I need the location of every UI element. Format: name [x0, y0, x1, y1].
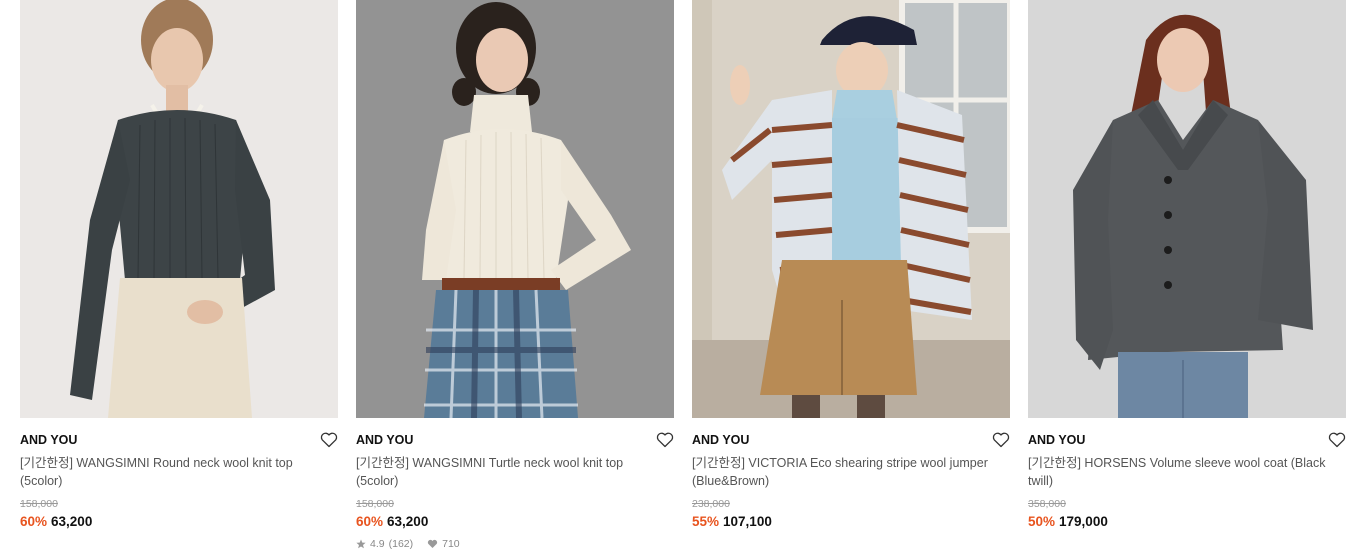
sale-price: 63,200	[51, 514, 93, 529]
sale-price: 63,200	[387, 514, 429, 529]
discount-rate: 50%	[1028, 514, 1056, 529]
brand-name[interactable]: AND YOU	[1028, 433, 1085, 447]
heart-filled-icon	[427, 539, 438, 549]
star-icon	[356, 539, 366, 549]
product-card[interactable]: AND YOU [기간한정] VICTORIA Eco shearing str…	[692, 0, 1010, 530]
discount-rate: 60%	[356, 514, 384, 529]
review-meta: 4.9 (162) 710	[356, 538, 674, 550]
product-grid: AND YOU [기간한정] WANGSIMNI Round neck wool…	[0, 0, 1355, 550]
product-card[interactable]: AND YOU [기간한정] WANGSIMNI Turtle neck woo…	[356, 0, 674, 550]
original-price: 158,000	[356, 498, 394, 510]
price-row: 60% 63,200	[356, 514, 674, 530]
heart-icon[interactable]	[656, 432, 674, 448]
product-card[interactable]: AND YOU [기간한정] WANGSIMNI Round neck wool…	[20, 0, 338, 530]
heart-icon[interactable]	[320, 432, 338, 448]
heart-icon[interactable]	[992, 432, 1010, 448]
review-count: (162)	[388, 538, 414, 550]
original-price: 158,000	[20, 498, 58, 510]
like-count: 710	[442, 538, 460, 550]
heart-icon[interactable]	[1328, 432, 1346, 448]
product-image[interactable]	[20, 0, 338, 418]
brand-name[interactable]: AND YOU	[20, 433, 77, 447]
discount-rate: 60%	[20, 514, 48, 529]
product-image[interactable]	[1028, 0, 1346, 418]
product-card[interactable]: AND YOU [기간한정] HORSENS Volume sleeve woo…	[1028, 0, 1346, 530]
sale-price: 179,000	[1059, 514, 1108, 529]
discount-rate: 55%	[692, 514, 720, 529]
product-name[interactable]: [기간한정] HORSENS Volume sleeve wool coat (…	[1028, 454, 1328, 490]
original-price: 238,000	[692, 498, 730, 510]
sale-price: 107,100	[723, 514, 772, 529]
brand-name[interactable]: AND YOU	[356, 433, 413, 447]
product-name[interactable]: [기간한정] VICTORIA Eco shearing stripe wool…	[692, 454, 992, 490]
price-row: 55% 107,100	[692, 514, 1010, 530]
original-price: 358,000	[1028, 498, 1066, 510]
product-name[interactable]: [기간한정] WANGSIMNI Round neck wool knit to…	[20, 454, 320, 490]
product-image[interactable]	[356, 0, 674, 418]
rating-value: 4.9	[370, 538, 385, 550]
price-row: 60% 63,200	[20, 514, 338, 530]
price-row: 50% 179,000	[1028, 514, 1346, 530]
brand-name[interactable]: AND YOU	[692, 433, 749, 447]
product-name[interactable]: [기간한정] WANGSIMNI Turtle neck wool knit t…	[356, 454, 656, 490]
product-image[interactable]	[692, 0, 1010, 418]
